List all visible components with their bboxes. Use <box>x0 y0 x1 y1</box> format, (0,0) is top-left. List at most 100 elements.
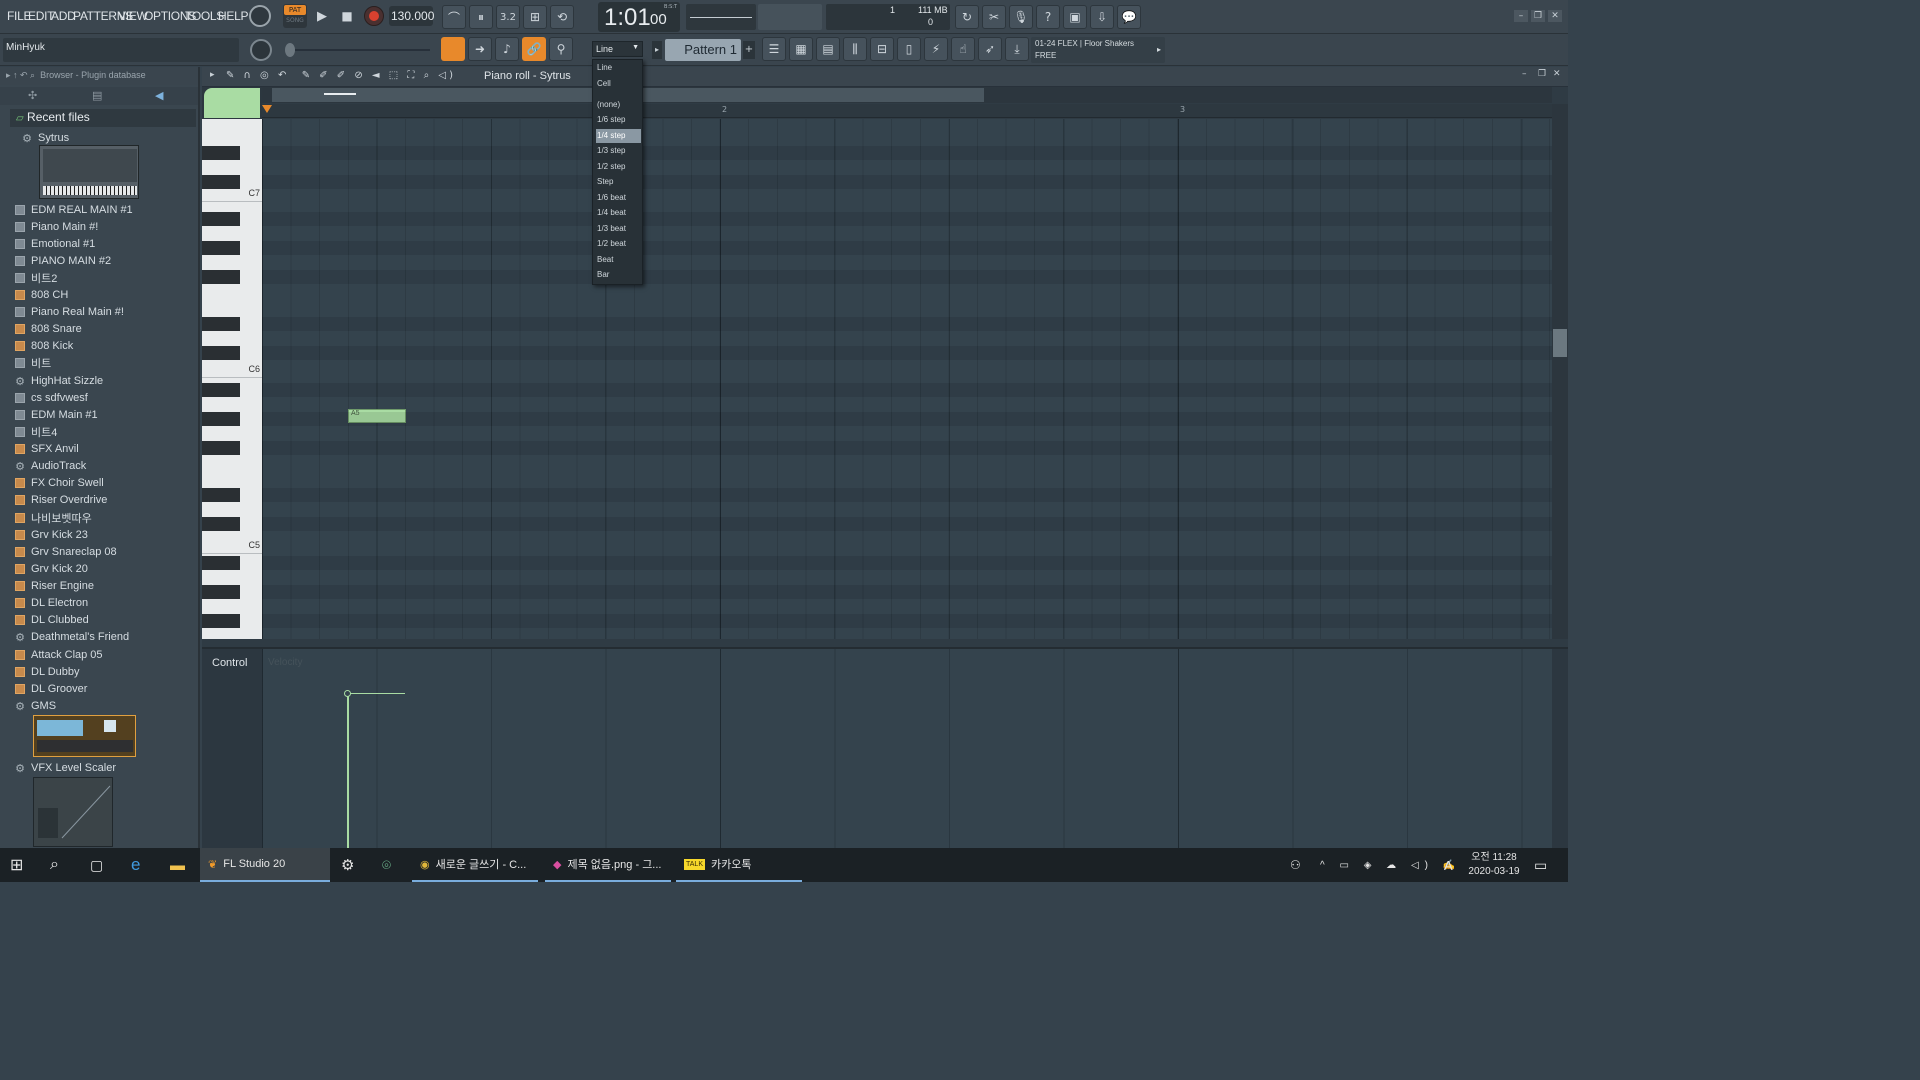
close-icon[interactable]: ✕ <box>1553 69 1561 79</box>
countdown-button[interactable]: 3.2 <box>496 5 520 29</box>
restore-icon[interactable]: ❐ <box>1538 69 1546 79</box>
black-key[interactable] <box>202 585 240 599</box>
black-key[interactable] <box>202 212 240 226</box>
browser-item[interactable]: 808 Snare <box>15 320 82 337</box>
notification-button[interactable]: ▭ <box>1534 848 1547 882</box>
snap-option[interactable]: 1/6 step <box>596 113 641 127</box>
browser-item[interactable]: Riser Overdrive <box>15 491 107 508</box>
piano-roll-button[interactable]: ▦ <box>789 37 813 61</box>
slider-handle[interactable] <box>285 43 295 57</box>
piano-keyboard[interactable]: C7 C6 C5 <box>202 119 262 639</box>
loop-record-button[interactable]: ⟲ <box>550 5 574 29</box>
velocity-lane[interactable]: Velocity <box>262 649 1552 850</box>
time-display[interactable]: 1:01 00 B:S:T <box>598 2 680 32</box>
black-key[interactable] <box>202 175 240 189</box>
browser-item[interactable]: Grv Snareclap 08 <box>15 543 117 560</box>
browser-item[interactable]: Riser Engine <box>15 577 94 594</box>
snap-option[interactable]: 1/2 beat <box>596 237 641 251</box>
horizontal-scrollbar[interactable] <box>262 87 1552 103</box>
black-key[interactable] <box>202 614 240 628</box>
browser-item[interactable]: 808 CH <box>15 286 68 303</box>
files-icon[interactable]: ▤ <box>92 89 102 102</box>
stop-button[interactable]: ■ <box>335 4 359 28</box>
piano-roll-title[interactable]: Piano roll - Sytrus <box>484 70 571 82</box>
snap-option[interactable]: Bar <box>596 268 641 282</box>
vertical-scrollbar-thumb[interactable] <box>1553 329 1567 357</box>
taskbar-fl-studio[interactable]: ❦ FL Studio 20 <box>200 848 330 882</box>
browser-item[interactable]: 비트 <box>15 354 51 371</box>
cut-button[interactable]: ✂ <box>982 5 1006 29</box>
close-button[interactable]: ✕ <box>1548 10 1562 22</box>
vertical-scrollbar[interactable] <box>1552 104 1568 639</box>
master-volume-knob[interactable] <box>249 5 271 27</box>
browser-item[interactable]: Grv Kick 20 <box>15 560 88 577</box>
recent-files-header[interactable]: ▱ Recent files <box>10 109 196 127</box>
browser-item[interactable]: EDM REAL MAIN #1 <box>15 201 133 218</box>
snap-option[interactable]: 1/4 step <box>596 129 641 143</box>
black-key[interactable] <box>202 270 240 284</box>
piano-roll-tools[interactable]: ✎ ∩ ◎ ↶ ✎ ✐ ✐ ⊘ ◄ ⬚ ⛶ ⌕ ◁) <box>226 70 456 81</box>
tempo-display[interactable]: 130.000 <box>389 6 434 26</box>
playhead-marker[interactable] <box>262 105 272 113</box>
system-tray[interactable]: ^ ▭ ◈ ☁ ◁) ✍ <box>1320 848 1461 882</box>
minimize-icon[interactable]: – <box>1522 69 1527 79</box>
piano-roll-mode-button[interactable] <box>441 37 465 61</box>
browser-item[interactable]: cs sdfvwesf <box>15 389 88 406</box>
browser-item[interactable]: EDM Main #1 <box>15 406 98 423</box>
menu-add[interactable]: ADD <box>51 9 76 23</box>
plugin-picker-button[interactable]: ⚡ <box>924 37 948 61</box>
file-explorer-button[interactable]: ▬ <box>170 848 185 882</box>
channel-rack-button[interactable]: ▤ <box>816 37 840 61</box>
metronome-button[interactable]: ⌒ <box>442 5 466 29</box>
browser-item[interactable]: Piano Main #! <box>15 218 98 235</box>
browser-item[interactable]: ⚙ Sytrus <box>22 129 69 146</box>
record-button[interactable] <box>364 6 384 26</box>
black-key[interactable] <box>202 317 240 331</box>
black-key[interactable] <box>202 383 240 397</box>
taskbar-kakaotalk[interactable]: TALK 카카오톡 <box>676 848 802 882</box>
browser-item[interactable]: DL Clubbed <box>15 611 89 628</box>
snap-option[interactable]: Cell <box>596 77 641 91</box>
black-key[interactable] <box>202 241 240 255</box>
snap-option[interactable]: 1/3 beat <box>596 222 641 236</box>
browser-item[interactable]: SFX Anvil <box>15 440 79 457</box>
browser-item[interactable]: ⚙ HighHat Sizzle <box>15 372 103 389</box>
browser-item[interactable]: ⚙ GMS <box>15 697 56 714</box>
browser-item[interactable]: 나비보벳따우 <box>15 509 92 526</box>
people-icon[interactable]: ⚇ <box>1290 848 1301 882</box>
ie-button[interactable]: e <box>131 848 140 882</box>
pitch-slider[interactable] <box>285 43 430 57</box>
browser-item[interactable]: Piano Real Main #! <box>15 303 124 320</box>
snap-select[interactable]: Line ▼ <box>592 41 643 57</box>
control-label[interactable]: Control <box>212 657 247 669</box>
browser-button[interactable]: ⊟ <box>870 37 894 61</box>
pat-song-toggle[interactable]: PAT SONG <box>283 4 307 28</box>
download-button[interactable]: ⤓ <box>1005 37 1029 61</box>
snap-option[interactable]: 1/6 beat <box>596 191 641 205</box>
taskbar-chrome[interactable]: ◉ 새로운 글쓰기 - C... <box>412 848 538 882</box>
black-key[interactable] <box>202 556 240 570</box>
note-grid[interactable]: A5 <box>262 119 1552 639</box>
browser-item[interactable]: 비트4 <box>15 423 57 440</box>
browser-item[interactable]: Attack Clap 05 <box>15 646 103 663</box>
save-button[interactable]: ▣ <box>1063 5 1087 29</box>
mixer-button[interactable]: ⫼ <box>843 37 867 61</box>
snap-option[interactable]: 1/2 step <box>596 160 641 174</box>
minimize-button[interactable]: – <box>1514 10 1528 22</box>
start-button[interactable]: ⊞ <box>10 848 23 882</box>
taskbar-paint[interactable]: ◆ 제목 없음.png - 그... <box>545 848 671 882</box>
arrow-button[interactable]: ➜ <box>468 37 492 61</box>
chat-button[interactable]: 💬 <box>1117 5 1141 29</box>
clock[interactable]: 오전 11:28 2020-03-19 <box>1462 848 1526 882</box>
black-key[interactable] <box>202 346 240 360</box>
pattern-prev-button[interactable]: ▸ <box>652 41 662 59</box>
browser-item[interactable]: ⚙ VFX Level Scaler <box>15 759 116 776</box>
news-panel[interactable]: 01-24 FLEX | Floor Shakers FREE ▸ <box>1031 37 1165 63</box>
project-info-button[interactable]: ▯ <box>897 37 921 61</box>
help-button[interactable]: ? <box>1036 5 1060 29</box>
task-view-button[interactable]: ▢ <box>90 848 103 882</box>
black-key[interactable] <box>202 441 240 455</box>
maximize-button[interactable]: ❐ <box>1531 10 1545 22</box>
browser-item[interactable]: 808 Kick <box>15 337 73 354</box>
velocity-bar[interactable] <box>347 693 349 850</box>
